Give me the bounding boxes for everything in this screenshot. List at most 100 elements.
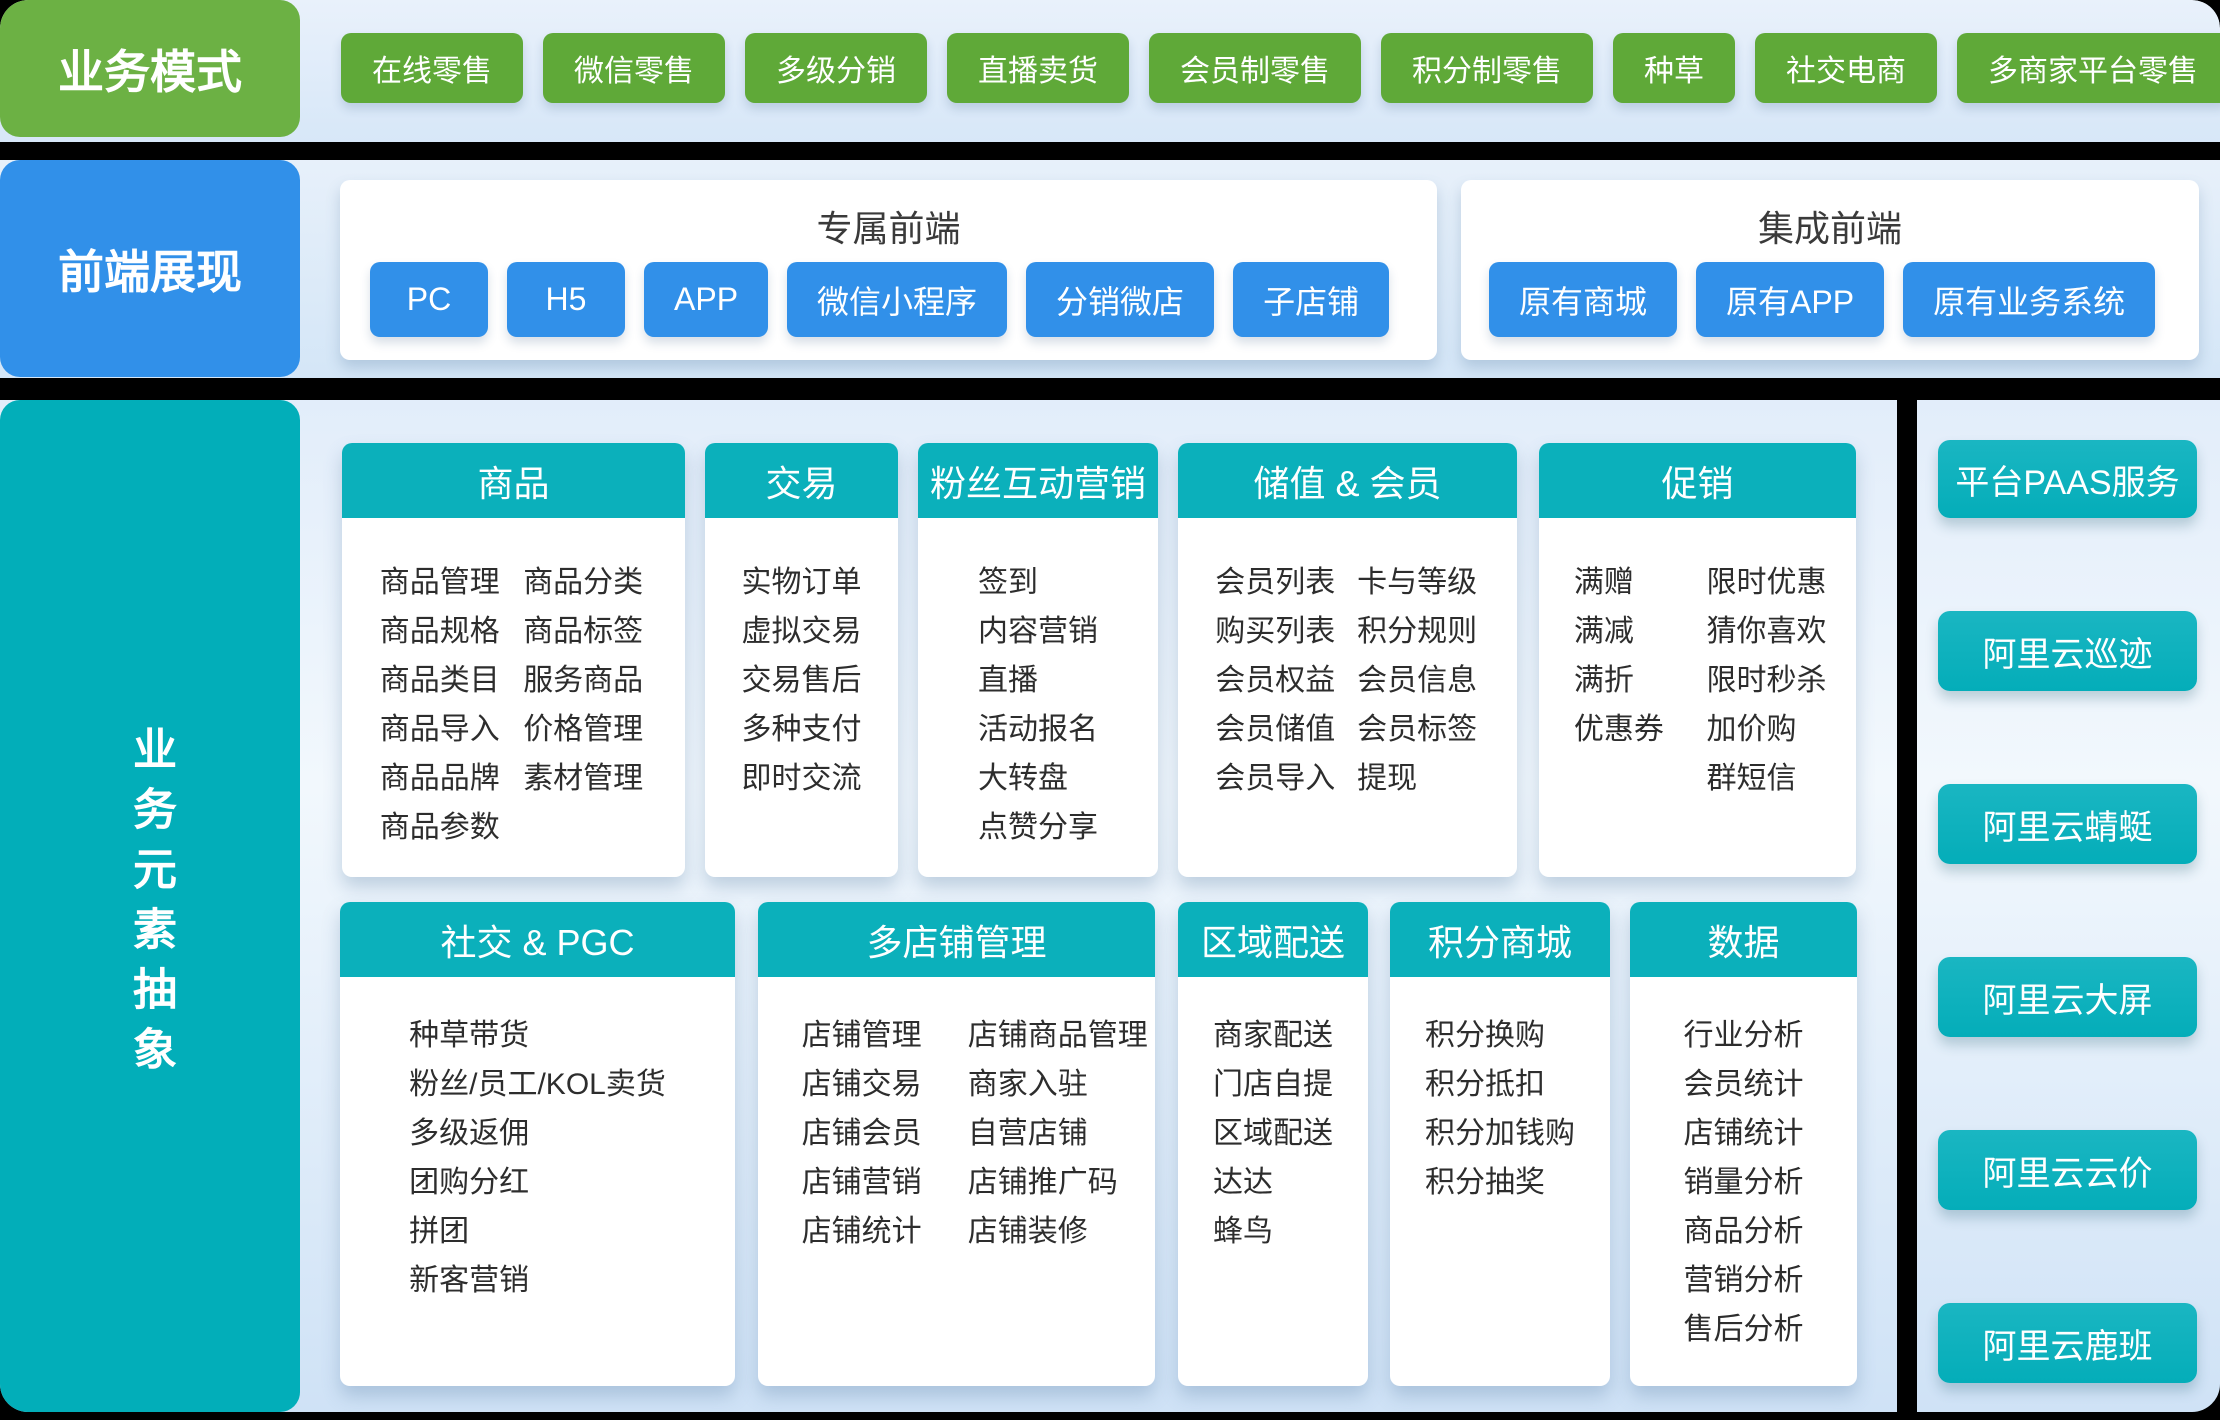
band-label-business-models: 业务模式 (0, 0, 300, 137)
card-item: 积分抵扣 (1425, 1060, 1575, 1109)
business-model-button[interactable]: 多商家平台零售 (1957, 33, 2220, 103)
card-item: 店铺装修 (968, 1207, 1155, 1256)
card-item: 销量分析 (1684, 1158, 1804, 1207)
frontend-button[interactable]: 子店铺 (1233, 262, 1389, 337)
frontend-button[interactable]: 原有APP (1696, 262, 1884, 337)
frontend-button[interactable]: APP (644, 262, 768, 337)
card-column: 满赠满减满折优惠券 (1574, 558, 1707, 877)
card-column: 商品分类商品标签服务商品价格管理素材管理 (523, 558, 685, 877)
card-item: 价格管理 (523, 705, 685, 754)
card-item: 商品标签 (523, 607, 685, 656)
business-model-button[interactable]: 多级分销 (745, 33, 927, 103)
card-item: 限时秒杀 (1706, 656, 1856, 705)
business-model-button[interactable]: 微信零售 (543, 33, 725, 103)
card-item: 满折 (1574, 656, 1707, 705)
card-item: 营销分析 (1684, 1256, 1804, 1305)
card-item: 会员权益 (1215, 656, 1357, 705)
card-item: 商品分类 (523, 558, 685, 607)
paas-service-button[interactable]: 阿里云云价 (1938, 1130, 2197, 1210)
frontend-button[interactable]: H5 (507, 262, 625, 337)
frontend-button[interactable]: 原有业务系统 (1903, 262, 2155, 337)
business-model-button[interactable]: 在线零售 (341, 33, 523, 103)
card-title: 促销 (1539, 443, 1856, 518)
card-fan-marketing: 粉丝互动营销 签到内容营销直播活动报名大转盘点赞分享 (918, 443, 1158, 877)
card-item: 群短信 (1706, 754, 1856, 803)
band-label-text: 前端展现 (58, 236, 242, 302)
card-item: 商家配送 (1213, 1011, 1333, 1060)
card-item: 猜你喜欢 (1706, 607, 1856, 656)
vertical-divider (1897, 400, 1917, 1412)
band-label-frontend: 前端展现 (0, 160, 300, 377)
frontend-button[interactable]: 分销微店 (1026, 262, 1214, 337)
card-item: 积分加钱购 (1425, 1109, 1575, 1158)
card-column: 店铺管理店铺交易店铺会员店铺营销店铺统计 (802, 1011, 968, 1386)
card-data: 数据 行业分析会员统计店铺统计销量分析商品分析营销分析售后分析 (1630, 902, 1857, 1386)
card-social-pgc: 社交 & PGC 种草带货粉丝/员工/KOL卖货多级返佣团购分红拼团新客营销 (340, 902, 735, 1386)
card-item: 会员储值 (1215, 705, 1357, 754)
card-item: 店铺商品管理 (968, 1011, 1155, 1060)
card-item: 自营店铺 (968, 1109, 1155, 1158)
card-item: 签到 (978, 558, 1098, 607)
band-label-text: 业务模式 (58, 36, 242, 102)
card-item: 交易售后 (742, 656, 862, 705)
paas-service-button[interactable]: 阿里云大屏 (1938, 957, 2197, 1037)
card-title: 数据 (1630, 902, 1857, 977)
card-title: 多店铺管理 (758, 902, 1155, 977)
card-item: 积分规则 (1357, 607, 1517, 656)
panel-title: 专属前端 (340, 200, 1437, 252)
card-item: 点赞分享 (978, 803, 1098, 852)
diagram-canvas: 业务模式 在线零售微信零售多级分销直播卖货会员制零售积分制零售种草社交电商多商家… (0, 0, 2220, 1420)
business-model-button[interactable]: 会员制零售 (1149, 33, 1361, 103)
card-title: 商品 (342, 443, 685, 518)
business-model-button[interactable]: 种草 (1613, 33, 1735, 103)
panel-title: 集成前端 (1461, 200, 2199, 252)
frontend-button[interactable]: 原有商城 (1489, 262, 1677, 337)
card-promotion: 促销 满赠满减满折优惠券 限时优惠猜你喜欢限时秒杀加价购群短信 (1539, 443, 1856, 877)
card-item: 会员标签 (1357, 705, 1517, 754)
card-column: 商家配送门店自提区域配送达达蜂鸟 (1213, 1011, 1333, 1386)
card-item: 大转盘 (978, 754, 1098, 803)
card-item: 店铺统计 (1684, 1109, 1804, 1158)
card-item: 团购分红 (409, 1158, 666, 1207)
paas-service-button[interactable]: 阿里云鹿班 (1938, 1303, 2197, 1383)
card-item: 满赠 (1574, 558, 1707, 607)
card-column: 店铺商品管理商家入驻自营店铺店铺推广码店铺装修 (968, 1011, 1155, 1386)
business-model-button[interactable]: 直播卖货 (947, 33, 1129, 103)
card-item: 满减 (1574, 607, 1707, 656)
frontend-button[interactable]: PC (370, 262, 488, 337)
card-item: 实物订单 (742, 558, 862, 607)
card-item: 商品类目 (380, 656, 523, 705)
card-item: 即时交流 (742, 754, 862, 803)
band-elements: 业务元素抽象 商品 商品管理商品规格商品类目商品导入商品品牌商品参数 商品分类商… (0, 400, 2220, 1412)
card-title: 粉丝互动营销 (918, 443, 1158, 518)
paas-service-button[interactable]: 阿里云巡迹 (1938, 611, 2197, 691)
integrated-frontend-buttons: 原有商城原有APP 原有业务系统 (1489, 262, 2169, 337)
panel-dedicated-frontend: 专属前端 PC H5 APP 微信小程序分销微店子店铺 (340, 180, 1437, 360)
card-item: 达达 (1213, 1158, 1333, 1207)
card-item: 店铺营销 (802, 1158, 968, 1207)
card-item: 服务商品 (523, 656, 685, 705)
card-item: 商品导入 (380, 705, 523, 754)
card-item: 区域配送 (1213, 1109, 1333, 1158)
card-item: 门店自提 (1213, 1060, 1333, 1109)
card-item: 商品规格 (380, 607, 523, 656)
card-title: 储值 & 会员 (1178, 443, 1517, 518)
card-item: 会员列表 (1215, 558, 1357, 607)
card-item: 卡与等级 (1357, 558, 1517, 607)
card-points-mall: 积分商城 积分换购积分抵扣积分加钱购积分抽奖 (1390, 902, 1610, 1386)
card-item: 新客营销 (409, 1256, 666, 1305)
card-trade: 交易 实物订单虚拟交易交易售后多种支付即时交流 (705, 443, 898, 877)
card-title: 交易 (705, 443, 898, 518)
card-item: 优惠券 (1574, 705, 1707, 754)
business-model-buttons: 在线零售微信零售多级分销直播卖货会员制零售积分制零售种草社交电商多商家平台零售 (341, 33, 2220, 103)
card-item: 会员信息 (1357, 656, 1517, 705)
card-column: 商品管理商品规格商品类目商品导入商品品牌商品参数 (380, 558, 523, 877)
business-model-button[interactable]: 社交电商 (1755, 33, 1937, 103)
card-item: 活动报名 (978, 705, 1098, 754)
card-item: 商品参数 (380, 803, 523, 852)
card-multi-shop: 多店铺管理 店铺管理店铺交易店铺会员店铺营销店铺统计 店铺商品管理商家入驻自营店… (758, 902, 1155, 1386)
paas-service-button[interactable]: 阿里云蜻蜓 (1938, 784, 2197, 864)
business-model-button[interactable]: 积分制零售 (1381, 33, 1593, 103)
frontend-button[interactable]: 微信小程序 (787, 262, 1007, 337)
card-column: 实物订单虚拟交易交易售后多种支付即时交流 (742, 558, 862, 877)
